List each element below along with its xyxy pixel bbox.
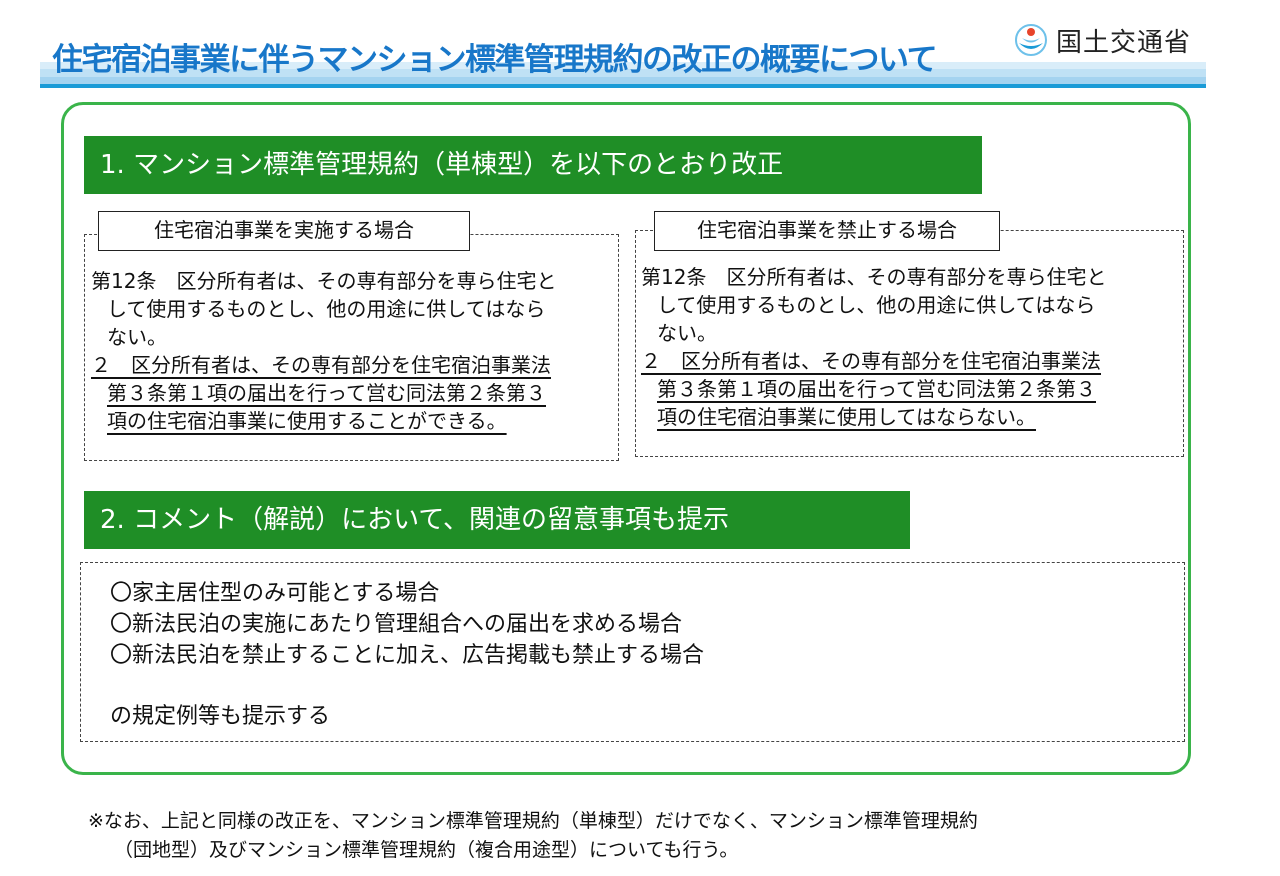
right-article-text: 第12条 区分所有者は、その専有部分を専ら住宅と して使用するものとし、他の用途…	[641, 263, 1106, 431]
article-line-underlined: ２ 区分所有者は、その専有部分を住宅宿泊事業法	[641, 349, 1101, 373]
article-line: 第12条 区分所有者は、その専有部分を専ら住宅と	[91, 269, 557, 293]
mlit-logo-icon	[1014, 23, 1048, 57]
article-line-underlined: 第３条第１項の届出を行って営む同法第２条第３	[657, 377, 1096, 401]
section2-heading: 2. コメント（解説）において、関連の留意事項も提示	[84, 491, 910, 549]
ministry-logo: 国土交通省	[1014, 20, 1191, 60]
comments-list: 〇家主居住型のみ可能とする場合 〇新法民泊の実施にあたり管理組合への届出を求める…	[110, 578, 704, 732]
article-line: ない。	[657, 321, 717, 345]
right-box-label: 住宅宿泊事業を禁止する場合	[654, 211, 1000, 251]
article-line: ない。	[107, 325, 167, 349]
comment-item: 〇新法民泊の実施にあたり管理組合への届出を求める場合	[110, 612, 683, 637]
article-line-underlined: ２ 区分所有者は、その専有部分を住宅宿泊事業法	[91, 353, 551, 377]
section1-heading: 1. マンション標準管理規約（単棟型）を以下のとおり改正	[84, 136, 982, 194]
footnote-line: ※なお、上記と同様の改正を、マンション標準管理規約（単棟型）だけでなく、マンショ…	[88, 810, 978, 832]
page-title: 住宅宿泊事業に伴うマンション標準管理規約の改正の概要について	[52, 42, 938, 78]
article-line: して使用するものとし、他の用途に供してはなら	[107, 297, 546, 321]
footnote-line: （団地型）及びマンション標準管理規約（複合用途型）についても行う。	[114, 839, 739, 861]
article-line: 第12条 区分所有者は、その専有部分を専ら住宅と	[641, 265, 1107, 289]
left-article-text: 第12条 区分所有者は、その専有部分を専ら住宅と して使用するものとし、他の用途…	[91, 267, 556, 435]
comment-item: 〇家主居住型のみ可能とする場合	[110, 581, 440, 606]
article-line-underlined: 項の住宅宿泊事業に使用することができる。	[107, 409, 507, 433]
footnote: ※なお、上記と同様の改正を、マンション標準管理規約（単棟型）だけでなく、マンショ…	[88, 807, 978, 865]
article-line-underlined: 第３条第１項の届出を行って営む同法第２条第３	[107, 381, 546, 405]
comment-item: 〇新法民泊を禁止することに加え、広告掲載も禁止する場合	[110, 643, 705, 668]
title-stripe-line	[40, 84, 1206, 88]
article-line: して使用するものとし、他の用途に供してはなら	[657, 293, 1096, 317]
logo-text: 国土交通省	[1056, 27, 1192, 58]
left-box-label: 住宅宿泊事業を実施する場合	[98, 211, 470, 251]
comments-closing: の規定例等も提示する	[110, 704, 331, 729]
article-line-underlined: 項の住宅宿泊事業に使用してはならない。	[657, 405, 1036, 429]
